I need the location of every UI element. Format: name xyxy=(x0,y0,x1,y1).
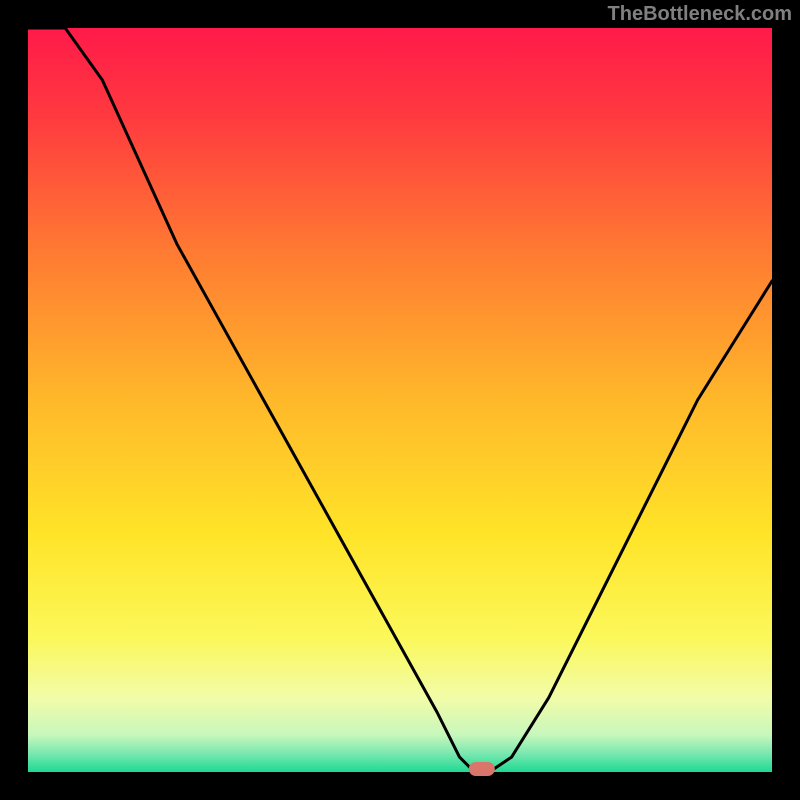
chart-plot-area xyxy=(28,28,772,772)
bottleneck-chart: TheBottleneck.com xyxy=(0,0,800,800)
optimal-marker xyxy=(469,762,495,776)
watermark-label: TheBottleneck.com xyxy=(608,3,792,26)
chart-svg xyxy=(0,0,800,800)
